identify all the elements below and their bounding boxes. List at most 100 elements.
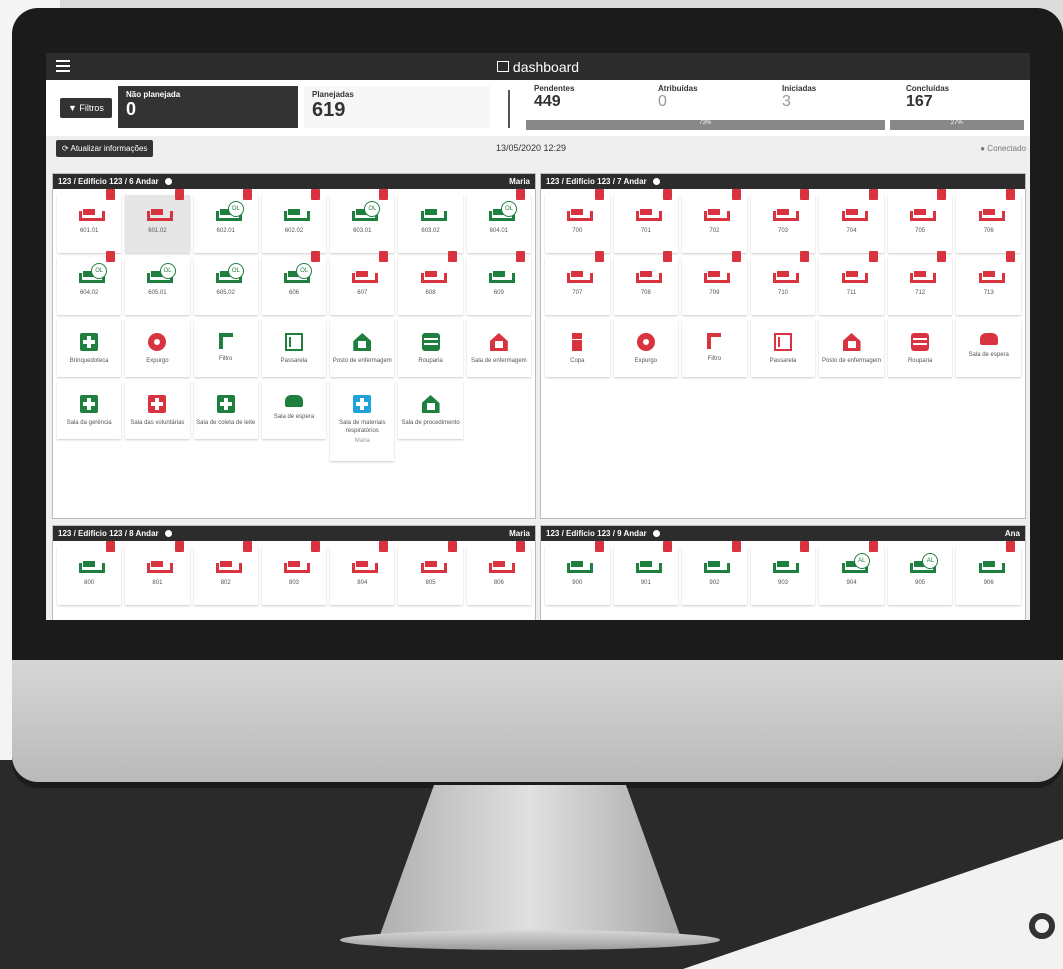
info-icon[interactable] (164, 530, 172, 537)
room-card[interactable]: 900 (545, 541, 610, 605)
trash-icon[interactable] (1005, 541, 1015, 552)
room-card[interactable]: 804 (330, 541, 395, 605)
room-card[interactable]: 802 (193, 541, 258, 605)
trash-icon[interactable] (800, 541, 810, 552)
trash-icon[interactable] (663, 189, 673, 200)
trash-icon[interactable] (731, 251, 741, 262)
menu-icon[interactable] (56, 60, 70, 72)
room-card[interactable]: 712 (887, 251, 953, 315)
trash-icon[interactable] (868, 251, 878, 262)
room-card[interactable]: 710 (750, 251, 816, 315)
trash-icon[interactable] (106, 541, 116, 552)
room-card[interactable]: 708 (613, 251, 679, 315)
trash-icon[interactable] (242, 541, 252, 552)
trash-icon[interactable] (868, 189, 878, 200)
area-card[interactable]: Brinquedoteca (57, 319, 122, 377)
room-card[interactable]: 601.01 (57, 189, 122, 253)
area-card[interactable]: Sala das voluntárias (125, 381, 190, 439)
room-card[interactable]: 702 (682, 189, 747, 253)
trash-icon[interactable] (731, 541, 741, 552)
area-card[interactable]: Rouparia (887, 319, 953, 377)
room-card[interactable]: 603.02 (398, 195, 463, 253)
room-card[interactable]: 803 (261, 541, 327, 605)
room-card[interactable]: 700 (545, 189, 610, 253)
room-card[interactable]: 800 (57, 541, 122, 605)
trash-icon[interactable] (311, 251, 321, 262)
room-card[interactable]: OL 606 (261, 251, 327, 315)
trash-icon[interactable] (447, 251, 457, 262)
trash-icon[interactable] (594, 541, 604, 552)
area-card[interactable]: Passarela (750, 319, 816, 377)
room-card[interactable]: 609 (466, 251, 531, 315)
trash-icon[interactable] (1005, 251, 1015, 262)
area-card[interactable]: Posto de enfermagem (819, 319, 884, 377)
trash-icon[interactable] (311, 541, 321, 552)
trash-icon[interactable] (937, 251, 947, 262)
trash-icon[interactable] (379, 541, 389, 552)
room-card[interactable]: 706 (956, 189, 1021, 253)
filter-button[interactable]: ▼ Filtros (60, 98, 112, 118)
trash-icon[interactable] (311, 189, 321, 200)
room-card[interactable]: 707 (545, 251, 610, 315)
area-card[interactable]: Filtro (682, 319, 747, 377)
area-card[interactable]: Posto de enfermagem (330, 319, 395, 377)
trash-icon[interactable] (800, 251, 810, 262)
area-card[interactable]: Filtro (193, 319, 258, 377)
room-card[interactable]: 709 (682, 251, 747, 315)
room-card[interactable]: 903 (750, 541, 816, 605)
area-card[interactable]: Sala de enfermagem (466, 319, 531, 377)
room-card[interactable]: 801 (125, 541, 190, 605)
trash-icon[interactable] (447, 541, 457, 552)
area-card[interactable]: Rouparia (398, 319, 463, 377)
area-card[interactable]: Sala de coleta de leite (193, 381, 258, 439)
room-card[interactable]: OL 603.01 (330, 189, 395, 253)
trash-icon[interactable] (731, 189, 741, 200)
room-card[interactable]: 704 (819, 189, 884, 253)
trash-icon[interactable] (515, 189, 525, 200)
trash-icon[interactable] (106, 189, 116, 200)
trash-icon[interactable] (663, 541, 673, 552)
room-card[interactable]: OL 602.01 (193, 189, 258, 253)
trash-icon[interactable] (663, 251, 673, 262)
trash-icon[interactable] (379, 251, 389, 262)
room-card[interactable]: 705 (887, 189, 953, 253)
trash-icon[interactable] (106, 251, 116, 262)
area-card[interactable]: Sala de espera (956, 319, 1021, 377)
trash-icon[interactable] (242, 189, 252, 200)
room-card[interactable]: AL 904 (819, 541, 884, 605)
info-icon[interactable] (164, 178, 172, 185)
trash-icon[interactable] (868, 541, 878, 552)
room-card[interactable]: 806 (466, 541, 531, 605)
trash-icon[interactable] (1005, 189, 1015, 200)
room-card[interactable]: 703 (750, 189, 816, 253)
trash-icon[interactable] (379, 189, 389, 200)
room-card[interactable]: 901 (613, 541, 679, 605)
trash-icon[interactable] (515, 251, 525, 262)
refresh-button[interactable]: ⟳ Atualizar informações (56, 139, 154, 157)
trash-icon[interactable] (937, 189, 947, 200)
room-card[interactable]: 711 (819, 251, 884, 315)
room-card[interactable]: OL 604.02 (57, 251, 122, 315)
room-card[interactable]: 601.02 (125, 189, 190, 253)
room-card[interactable]: 713 (956, 251, 1021, 315)
room-card[interactable]: 608 (398, 251, 463, 315)
area-card[interactable]: Expurgo (613, 319, 679, 377)
trash-icon[interactable] (594, 189, 604, 200)
trash-icon[interactable] (515, 541, 525, 552)
area-card[interactable]: Sala de espera (261, 381, 327, 439)
area-card[interactable]: Passarela (261, 319, 327, 377)
info-icon[interactable] (652, 178, 660, 185)
room-card[interactable]: 607 (330, 251, 395, 315)
area-card[interactable]: Expurgo (125, 319, 190, 377)
trash-icon[interactable] (174, 189, 184, 200)
area-card[interactable]: Sala de materiais respiratórios Maria (330, 381, 395, 461)
room-card[interactable]: 701 (613, 189, 679, 253)
room-card[interactable]: OL 605.01 (125, 257, 190, 315)
room-card[interactable]: 805 (398, 541, 463, 605)
room-card[interactable]: AL 905 (887, 547, 953, 605)
room-card[interactable]: OL 605.02 (193, 257, 258, 315)
trash-icon[interactable] (174, 541, 184, 552)
room-card[interactable]: OL 604.01 (466, 189, 531, 253)
area-card[interactable]: Sala de procedimento (398, 381, 463, 439)
trash-icon[interactable] (594, 251, 604, 262)
